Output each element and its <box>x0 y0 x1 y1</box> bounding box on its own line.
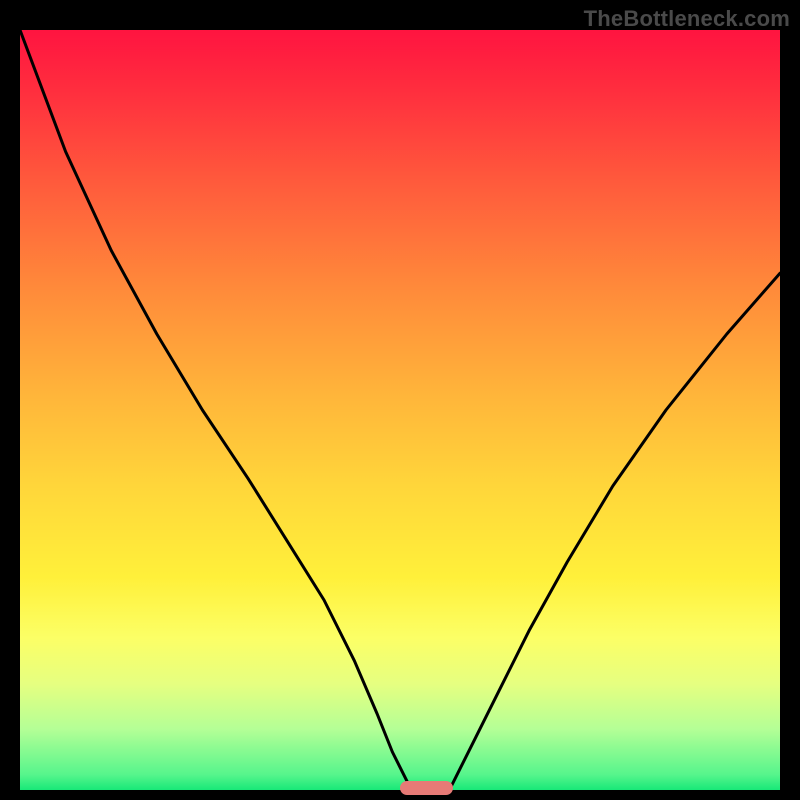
right-curve-line <box>449 273 780 790</box>
curve-overlay <box>20 30 780 790</box>
optimal-range-marker <box>400 781 453 795</box>
chart-container: TheBottleneck.com <box>0 0 800 800</box>
watermark-text: TheBottleneck.com <box>584 6 790 32</box>
left-curve-line <box>20 30 411 790</box>
